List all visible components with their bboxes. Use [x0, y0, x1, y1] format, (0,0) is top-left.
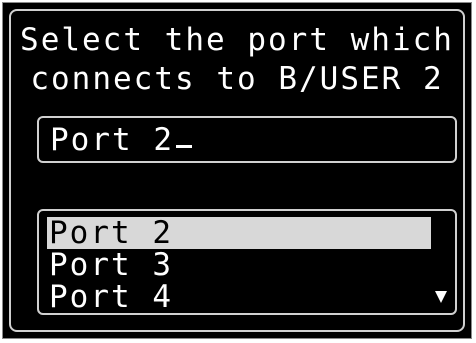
port-list[interactable]: Port 2 Port 3 Port 4	[37, 209, 457, 315]
prompt-line-1: Select the port which	[20, 22, 454, 58]
prompt-line-2: connects to B/USER 2	[30, 61, 444, 97]
dialog-frame: Select the port which connects to B/USER…	[9, 9, 465, 332]
port-entry-value-wrap: Port 2	[50, 123, 192, 157]
scroll-down-arrow-icon[interactable]	[435, 291, 447, 303]
port-entry-value: Port 2	[50, 122, 174, 158]
list-item-port-4[interactable]: Port 4	[47, 281, 431, 313]
text-cursor	[175, 145, 192, 148]
port-entry-field[interactable]: Port 2	[37, 116, 457, 163]
list-item-port-2[interactable]: Port 2	[47, 217, 431, 249]
list-item-port-3[interactable]: Port 3	[47, 249, 431, 281]
lcd-screen: Select the port which connects to B/USER…	[2, 2, 472, 339]
